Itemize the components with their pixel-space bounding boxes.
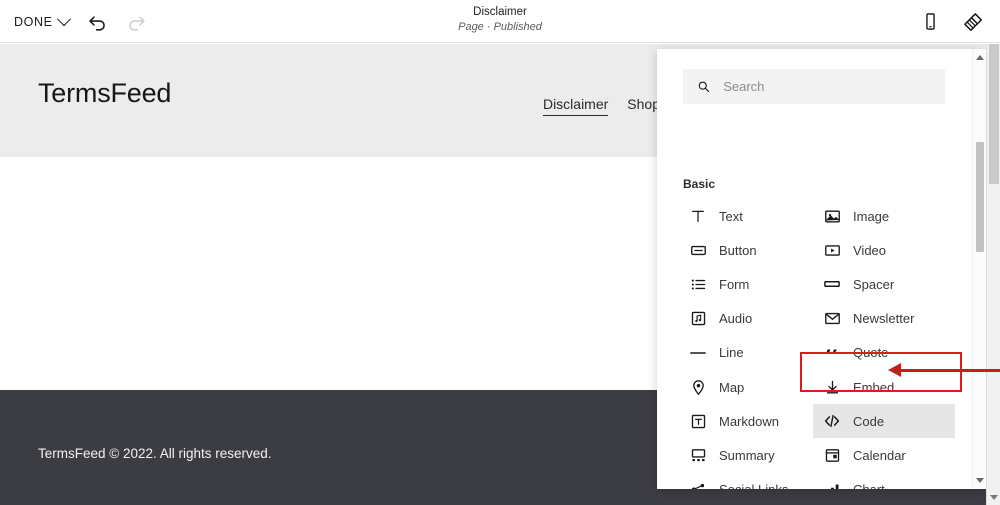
- block-item-chart[interactable]: Chart: [817, 473, 951, 489]
- block-label: Map: [719, 379, 745, 395]
- block-item-code[interactable]: Code: [813, 404, 955, 439]
- block-label: Summary: [719, 447, 775, 463]
- block-item-spacer[interactable]: Spacer: [817, 267, 951, 301]
- scroll-up-arrow-icon[interactable]: [976, 55, 984, 60]
- button-icon: [689, 241, 707, 259]
- chevron-down-icon: [56, 11, 71, 26]
- block-label: Code: [853, 413, 885, 429]
- quote-icon: [823, 344, 841, 362]
- block-item-markdown[interactable]: Markdown: [683, 404, 817, 438]
- window-scrollbar-thumb[interactable]: [989, 44, 999, 184]
- block-item-button[interactable]: Button: [683, 233, 817, 267]
- newsletter-icon: [823, 310, 841, 328]
- panel-scrollbar-thumb[interactable]: [976, 142, 984, 252]
- block-label: Spacer: [853, 276, 895, 292]
- social-links-icon: [689, 481, 707, 489]
- page-title: Disclaimer: [473, 6, 527, 18]
- video-icon: [823, 241, 841, 259]
- code-icon: [823, 412, 841, 430]
- block-item-embed[interactable]: Embed: [817, 370, 951, 404]
- image-icon: [823, 207, 841, 225]
- block-item-newsletter[interactable]: Newsletter: [817, 302, 951, 336]
- window-scroll-down-arrow-icon[interactable]: [990, 495, 998, 500]
- line-icon: [689, 344, 707, 362]
- block-label: Line: [719, 345, 744, 361]
- undo-arrow-icon: [88, 16, 105, 31]
- calendar-icon: [823, 446, 841, 464]
- redo-arrow-icon: [128, 16, 145, 31]
- block-item-calendar[interactable]: Calendar: [817, 438, 951, 472]
- block-item-map[interactable]: Map: [683, 370, 817, 404]
- search-icon: [698, 81, 710, 92]
- audio-icon: [689, 310, 707, 328]
- footer-copyright: TermsFeed © 2022. All rights reserved.: [38, 446, 272, 461]
- block-label: Audio: [719, 311, 753, 327]
- section-label-basic: Basic: [683, 177, 716, 191]
- block-item-video[interactable]: Video: [817, 233, 951, 267]
- embed-icon: [823, 378, 841, 396]
- block-label: Text: [719, 208, 743, 224]
- block-item-form[interactable]: Form: [683, 267, 817, 301]
- spacer-icon: [823, 275, 841, 293]
- block-label: Social Links: [719, 482, 788, 489]
- panel-scrollbar[interactable]: [972, 49, 986, 489]
- block-grid: Text Image Button Video Form Spacer Audi…: [683, 199, 955, 489]
- block-item-social-links[interactable]: Social Links: [683, 473, 817, 489]
- block-label: Markdown: [719, 413, 779, 429]
- chart-icon: [823, 481, 841, 489]
- block-item-image[interactable]: Image: [817, 199, 951, 233]
- toolbar-right-group: [921, 0, 984, 43]
- mobile-preview-icon: [926, 13, 935, 30]
- paintbrush-icon: [964, 12, 982, 31]
- page-title-group: Disclaimer Page · Published: [0, 5, 1000, 35]
- block-item-summary[interactable]: Summary: [683, 438, 817, 472]
- done-button[interactable]: DONE: [14, 11, 71, 29]
- redo-button[interactable]: [126, 11, 147, 32]
- page-status: Page · Published: [458, 21, 542, 33]
- block-label: Calendar: [853, 447, 906, 463]
- block-label: Video: [853, 242, 887, 258]
- nav-item-disclaimer[interactable]: Disclaimer: [542, 96, 609, 116]
- mobile-preview-button[interactable]: [921, 12, 940, 31]
- style-brush-button[interactable]: [962, 11, 984, 33]
- search-input[interactable]: [721, 78, 931, 95]
- toolbar-left-group: DONE: [14, 0, 147, 43]
- block-label: Chart: [853, 482, 885, 489]
- markdown-icon: [689, 412, 707, 430]
- search-box[interactable]: [683, 69, 945, 104]
- block-item-quote[interactable]: Quote: [817, 336, 951, 370]
- block-label: Image: [853, 208, 890, 224]
- window-scrollbar[interactable]: [986, 44, 1000, 505]
- block-label: Button: [719, 242, 757, 258]
- map-pin-icon: [689, 378, 707, 396]
- block-item-audio[interactable]: Audio: [683, 302, 817, 336]
- scroll-down-arrow-icon[interactable]: [976, 478, 984, 483]
- done-button-label: DONE: [14, 14, 53, 29]
- block-label: Embed: [853, 379, 895, 395]
- summary-icon: [689, 446, 707, 464]
- undo-button[interactable]: [87, 11, 108, 32]
- block-item-text[interactable]: Text: [683, 199, 817, 233]
- add-block-panel: Basic Text Image Button Video: [657, 49, 986, 489]
- site-brand: TermsFeed: [38, 78, 172, 108]
- text-icon: [689, 207, 707, 225]
- form-icon: [689, 275, 707, 293]
- editor-toolbar: DONE Disclaimer Page · Published: [0, 0, 1000, 43]
- block-label: Form: [719, 276, 750, 292]
- block-item-line[interactable]: Line: [683, 336, 817, 370]
- nav-item-shop[interactable]: Shop: [627, 96, 660, 112]
- block-label: Quote: [853, 345, 889, 361]
- block-label: Newsletter: [853, 311, 915, 327]
